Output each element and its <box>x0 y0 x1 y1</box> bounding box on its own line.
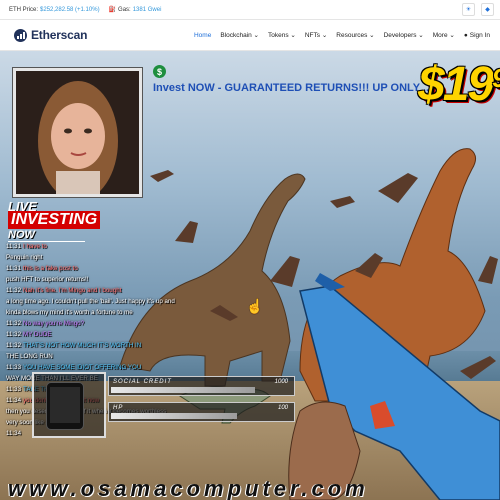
social-credit-value: 1000 <box>274 379 288 385</box>
nav-tokens[interactable]: Tokens ⌄ <box>268 31 296 39</box>
hp-bar: HP 100 <box>108 402 295 422</box>
social-credit-label: SOCIAL CREDIT <box>113 379 172 385</box>
top-ticker-bar: ETH Price: $252,282.58 (+1.10%) ⛽ Gas: 1… <box>0 0 500 20</box>
ethereum-network-icon[interactable]: ◆ <box>481 3 494 16</box>
chat-text: I have to <box>23 243 47 250</box>
social-credit-fill <box>111 387 255 393</box>
main-navbar: Etherscan Home Blockchain ⌄ Tokens ⌄ NFT… <box>0 20 500 51</box>
chat-text: THAT'S NOT HOW MUCH IT'S WORTH IN <box>23 342 142 349</box>
chat-text: YOU HAVE SOME IDIOT OFFERING YOU <box>23 364 142 371</box>
chat-text: this is a fake post to <box>23 265 78 272</box>
top-actions: ☀ ◆ <box>462 3 494 16</box>
eth-price-label: ETH Price: <box>9 6 39 13</box>
chat-timestamp: 11:32 <box>6 287 22 294</box>
chat-timestamp: 11:33 <box>6 364 22 371</box>
chat-message: Penguin right <box>6 254 296 262</box>
chat-timestamp: 11:31 <box>6 265 22 272</box>
etherscan-logo[interactable]: Etherscan <box>14 28 87 42</box>
ad-headline[interactable]: Invest NOW - GUARANTEED RETURNS!!! UP ON… <box>153 82 432 94</box>
streamer-face-image <box>16 71 139 194</box>
nav-blockchain[interactable]: Blockchain ⌄ <box>220 31 259 39</box>
watermark-url: www.osamacomputer.com <box>8 476 369 500</box>
chat-timestamp: 11:32 <box>6 320 22 327</box>
nav-more[interactable]: More ⌄ <box>433 31 455 39</box>
chat-message: push HFT to superior returns!! <box>6 276 296 284</box>
hp-fill <box>111 413 237 419</box>
chat-timestamp: 11:32 <box>6 342 22 349</box>
nav-developers[interactable]: Developers ⌄ <box>384 31 424 39</box>
streamer-webcam <box>13 68 142 197</box>
gas-label: Gas: <box>118 6 131 13</box>
sign-in-label: Sign In <box>469 31 490 39</box>
price-cents: 99 <box>492 63 500 93</box>
chat-text: kinda blows my mind it's worth a fortune… <box>6 309 133 316</box>
hp-label: HP <box>113 405 124 411</box>
chat-message: 11:32 No way you're Mingo? <box>6 320 296 328</box>
gas-price: ⛽ Gas: 1381 Gwei <box>108 6 162 14</box>
chat-message: 11:31 this is a fake post to <box>6 265 296 273</box>
hp-value: 100 <box>277 405 288 411</box>
brand-name: Etherscan <box>31 28 88 42</box>
inventory-slot <box>32 372 106 438</box>
price-main: $19 <box>418 58 494 111</box>
eth-price-value[interactable]: $252,282.58 (+1.10%) <box>40 7 100 13</box>
social-credit-bar: SOCIAL CREDIT 1000 <box>108 376 295 396</box>
mouse-cursor-icon: ☝ <box>246 298 264 314</box>
game-hud: SOCIAL CREDIT 1000 HP 100 <box>16 372 296 438</box>
chat-text: push HFT to superior returns!! <box>6 276 89 283</box>
sign-in-link[interactable]: ● Sign In <box>464 32 490 39</box>
chat-text: Penguin right <box>6 254 43 261</box>
chat-message: 11:32 THAT'S NOT HOW MUCH IT'S WORTH IN <box>6 342 296 350</box>
chat-timestamp: 11:31 <box>6 243 22 250</box>
gas-value[interactable]: 1381 Gwei <box>133 7 162 13</box>
etherscan-logo-icon <box>14 28 27 42</box>
chat-text: Nah it's fine. I'm Mingo and I bought <box>23 287 122 294</box>
chat-message: THE LONG RUN <box>6 353 296 361</box>
gas-icon: ⛽ <box>108 7 117 13</box>
chat-message: 11:32 MY DUDE <box>6 331 296 339</box>
nav-resources[interactable]: Resources ⌄ <box>336 31 374 39</box>
chat-message: 11:31 I have to <box>6 243 296 251</box>
meme-collage: $ Invest NOW - GUARANTEED RETURNS!!! UP … <box>0 51 500 500</box>
user-icon: ● <box>463 31 468 39</box>
chat-text: No way you're Mingo? <box>23 320 85 327</box>
theme-toggle-icon[interactable]: ☀ <box>462 3 475 16</box>
nav-nfts[interactable]: NFTs ⌄ <box>305 31 327 39</box>
now-label: NOW <box>8 229 85 242</box>
eth-price: ETH Price: $252,282.58 (+1.10%) <box>9 7 100 13</box>
ad-price: $1999 <box>418 57 500 112</box>
chat-message: 11:33 YOU HAVE SOME IDIOT OFFERING YOU <box>6 364 296 372</box>
chat-text: MY DUDE <box>23 331 52 338</box>
chat-text: a long time ago. I couldn't pull the 'ba… <box>6 298 175 305</box>
nav-menu: Home Blockchain ⌄ Tokens ⌄ NFTs ⌄ Resour… <box>194 31 490 40</box>
chat-text: THE LONG RUN <box>6 353 53 360</box>
nav-home[interactable]: Home <box>194 32 211 39</box>
smartphone-icon <box>46 382 84 430</box>
investing-banner: INVESTING <box>8 211 101 229</box>
chat-message: 11:32 Nah it's fine. I'm Mingo and I boug… <box>6 287 296 295</box>
dollar-icon: $ <box>153 65 166 78</box>
chat-timestamp: 11:32 <box>6 331 22 338</box>
